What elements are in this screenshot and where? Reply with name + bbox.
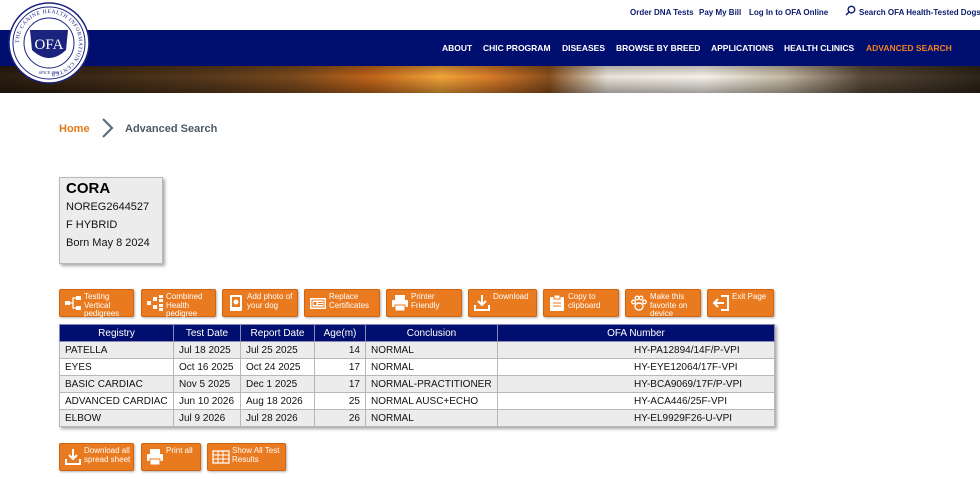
combined-health-pedigree-button[interactable]: Combined Health pedigree xyxy=(141,289,216,318)
cell-age: 17 xyxy=(314,375,366,393)
add-photo-button[interactable]: Add photo of your dog xyxy=(222,289,298,317)
cell-registry: ELBOW xyxy=(59,409,174,427)
cell-conclusion: NORMAL xyxy=(365,341,498,359)
nav-health-clinics[interactable]: HEALTH CLINICS xyxy=(784,43,854,53)
cell-report-date: Aug 18 2026 xyxy=(240,392,315,410)
printer-icon xyxy=(392,295,408,312)
column-header: Test Date xyxy=(173,324,241,342)
cell-conclusion: NORMAL AUSC+ECHO xyxy=(365,392,498,410)
pedigree-grid-icon xyxy=(147,295,163,311)
nav-about[interactable]: ABOUT xyxy=(442,43,472,53)
cell-age: 17 xyxy=(314,358,366,376)
exit-page-button[interactable]: Exit Page xyxy=(707,289,774,317)
utility-bar: Order DNA Tests Pay My Bill Log In to OF… xyxy=(0,0,980,30)
table-row: BASIC CARDIAC Nov 5 2025 Dec 1 2025 17 N… xyxy=(59,375,775,393)
nav-advanced-search[interactable]: ADVANCED SEARCH xyxy=(866,43,952,53)
cell-age: 14 xyxy=(314,341,366,359)
download-icon xyxy=(474,295,490,311)
cell-report-date: Jul 28 2026 xyxy=(240,409,315,427)
cell-registry: EYES xyxy=(59,358,174,376)
download-icon xyxy=(65,449,81,465)
cell-ofa-number: HY-BCA9069/17F/P-VPI xyxy=(497,375,775,393)
photo-icon xyxy=(230,295,242,311)
logo-since: SINCE 1966 xyxy=(39,70,60,75)
printer-friendly-button[interactable]: Printer Friendly xyxy=(386,289,462,317)
print-all-button[interactable]: Print all xyxy=(141,443,201,471)
dog-registration: NOREG2644527 xyxy=(66,201,150,213)
dog-sex-breed: F HYBRID xyxy=(66,219,118,231)
cell-registry: BASIC CARDIAC xyxy=(59,375,174,393)
chevron-right-icon xyxy=(102,118,114,138)
dog-name: CORA xyxy=(66,180,111,197)
replace-certificates-button[interactable]: Replace Certificates xyxy=(304,289,380,317)
cell-report-date: Oct 24 2025 xyxy=(240,358,315,376)
clipboard-icon xyxy=(550,294,564,311)
logo-text: OFA xyxy=(35,37,64,53)
table-row: PATELLA Jul 18 2025 Jul 25 2025 14 NORMA… xyxy=(59,341,775,359)
column-header: OFA Number xyxy=(497,324,775,342)
cell-registry: PATELLA xyxy=(59,341,174,359)
cell-test-date: Nov 5 2025 xyxy=(173,375,241,393)
breadcrumb-home[interactable]: Home xyxy=(59,123,90,135)
cell-age: 25 xyxy=(314,392,366,410)
column-header: Registry xyxy=(59,324,174,342)
cell-conclusion: NORMAL xyxy=(365,409,498,427)
copy-to-clipboard-button[interactable]: Copy to clipboard xyxy=(543,289,619,317)
ofa-logo[interactable]: THE CANINE HEALTH INFORMATION CENTER OFA… xyxy=(8,2,90,84)
order-dna-link[interactable]: Order DNA Tests xyxy=(630,8,694,17)
cell-test-date: Jun 10 2026 xyxy=(173,392,241,410)
column-header: Report Date xyxy=(240,324,315,342)
nav-browse-by-breed[interactable]: BROWSE BY BREED xyxy=(616,43,700,53)
cell-conclusion: NORMAL xyxy=(365,358,498,376)
cell-conclusion: NORMAL-PRACTITIONER xyxy=(365,375,498,393)
table-row: ELBOW Jul 9 2026 Jul 28 2026 26 NORMAL H… xyxy=(59,409,775,427)
column-header: Conclusion xyxy=(365,324,498,342)
paw-icon xyxy=(631,295,647,311)
table-grid-icon xyxy=(212,450,230,464)
column-header: Age(m) xyxy=(314,324,366,342)
make-favorite-button[interactable]: Make this favorite on device xyxy=(625,289,701,318)
test-results-table: Registry Test Date Report Date Age(m) Co… xyxy=(59,324,775,427)
nav-applications[interactable]: APPLICATIONS xyxy=(711,43,774,53)
breadcrumb-current: Advanced Search xyxy=(125,123,218,135)
certificate-icon xyxy=(310,298,326,309)
hero-banner-image xyxy=(0,66,980,93)
pay-bill-link[interactable]: Pay My Bill xyxy=(699,8,741,17)
search-icon[interactable] xyxy=(845,5,856,16)
cell-report-date: Dec 1 2025 xyxy=(240,375,315,393)
exit-icon xyxy=(712,295,729,311)
search-dogs-link[interactable]: Search OFA Health-Tested Dogs xyxy=(859,8,980,17)
testing-vertical-pedigrees-button[interactable]: Testing Vertical pedigrees xyxy=(59,289,134,318)
login-link[interactable]: Log In to OFA Online xyxy=(749,8,828,17)
download-button[interactable]: Download xyxy=(468,289,537,317)
cell-ofa-number: HY-EL9929F26-U-VPI xyxy=(497,409,775,427)
cell-age: 26 xyxy=(314,409,366,427)
pedigree-tree-icon xyxy=(65,296,81,310)
printer-icon xyxy=(147,449,163,466)
main-nav: ABOUT CHIC PROGRAM DISEASES BROWSE BY BR… xyxy=(0,30,980,66)
cell-ofa-number: HY-PA12894/14F/P-VPI xyxy=(497,341,775,359)
table-row: EYES Oct 16 2025 Oct 24 2025 17 NORMAL H… xyxy=(59,358,775,376)
download-all-spreadsheet-button[interactable]: Download all spread sheet xyxy=(59,443,134,471)
nav-chic-program[interactable]: CHIC PROGRAM xyxy=(483,43,551,53)
cell-ofa-number: HY-EYE12064/17F-VPI xyxy=(497,358,775,376)
cell-test-date: Oct 16 2025 xyxy=(173,358,241,376)
cell-ofa-number: HY-ACA446/25F-VPI xyxy=(497,392,775,410)
table-header-row: Registry Test Date Report Date Age(m) Co… xyxy=(59,324,775,342)
cell-test-date: Jul 18 2025 xyxy=(173,341,241,359)
table-row: ADVANCED CARDIAC Jun 10 2026 Aug 18 2026… xyxy=(59,392,775,410)
cell-test-date: Jul 9 2026 xyxy=(173,409,241,427)
dog-born: Born May 8 2024 xyxy=(66,237,150,249)
nav-diseases[interactable]: DISEASES xyxy=(562,43,605,53)
dog-summary-card: CORA NOREG2644527 F HYBRID Born May 8 20… xyxy=(59,177,163,264)
show-all-test-results-button[interactable]: Show All Test Results xyxy=(207,443,286,471)
cell-registry: ADVANCED CARDIAC xyxy=(59,392,174,410)
cell-report-date: Jul 25 2025 xyxy=(240,341,315,359)
